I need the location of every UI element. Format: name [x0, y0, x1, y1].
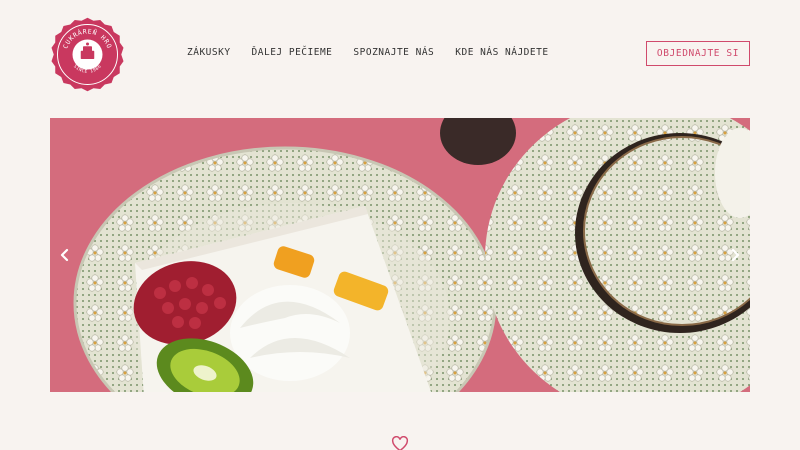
- brand-logo[interactable]: CUKRÁREŇ HRO SINCE 1986: [50, 17, 125, 92]
- main-nav: ZÁKUSKY ĎALEJ PEČIEME SPOZNAJTE NÁS KDE …: [187, 47, 570, 58]
- logo-badge: [51, 17, 124, 92]
- hero-image: [50, 118, 750, 392]
- nav-item-spoznajte-nas[interactable]: SPOZNAJTE NÁS: [353, 47, 434, 58]
- order-button[interactable]: OBJEDNAJTE SI: [646, 41, 750, 66]
- site-header: CUKRÁREŇ HRO SINCE 1986 ZÁKUSKY ĎALEJ PE…: [0, 0, 800, 110]
- hero-carousel[interactable]: [50, 118, 750, 392]
- carousel-next-button[interactable]: [725, 245, 745, 265]
- chevron-right-icon: [731, 248, 740, 262]
- chevron-left-icon: [60, 248, 69, 262]
- nav-item-kde-nas-najdete[interactable]: KDE NÁS NÁJDETE: [455, 47, 548, 58]
- nav-item-zakusky[interactable]: ZÁKUSKY: [187, 47, 231, 58]
- nav-item-dalej-pecieme[interactable]: ĎALEJ PEČIEME: [252, 47, 333, 58]
- carousel-prev-button[interactable]: [55, 245, 75, 265]
- heart-icon: [391, 436, 409, 450]
